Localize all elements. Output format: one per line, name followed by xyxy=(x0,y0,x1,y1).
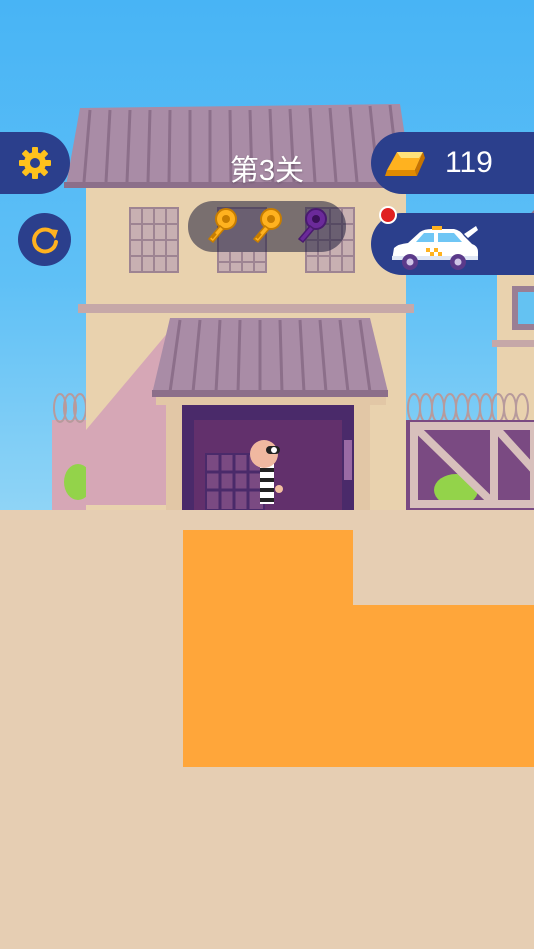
notification-badge xyxy=(379,206,397,224)
police-car-icon xyxy=(392,226,478,270)
keys-progress xyxy=(188,201,346,252)
gear-icon xyxy=(19,147,51,179)
key-icon-collected xyxy=(207,208,237,244)
key-icon-missing xyxy=(297,208,327,244)
sand-block-right[interactable] xyxy=(353,605,534,767)
level-title: 第3关 xyxy=(229,155,305,187)
restart-icon xyxy=(32,227,58,254)
gold-count: 119 xyxy=(445,146,493,179)
restart-button[interactable] xyxy=(18,213,71,266)
key-icon-collected xyxy=(252,208,282,244)
sand-block-left[interactable] xyxy=(183,530,353,767)
gold-bar-icon xyxy=(385,152,425,176)
